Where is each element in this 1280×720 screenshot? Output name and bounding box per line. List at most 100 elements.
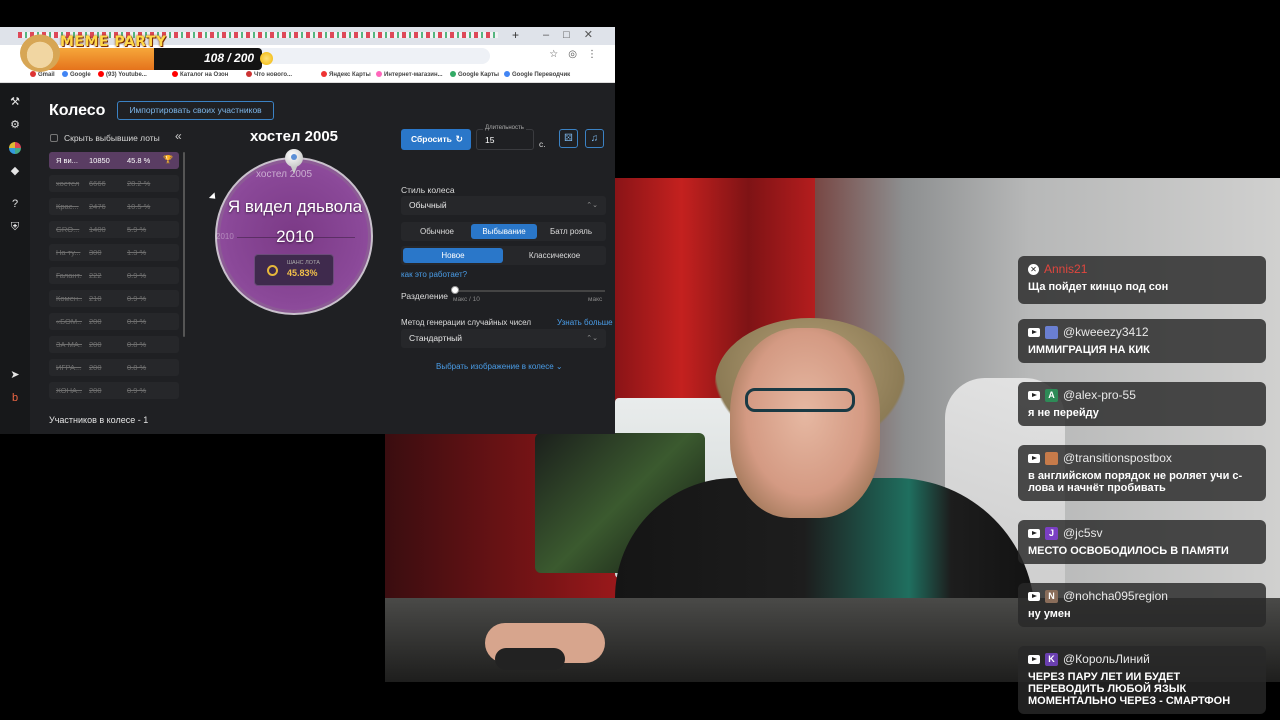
checkbox[interactable] [50,134,58,142]
lot-row[interactable]: ХОНА... 200 0.9 % [49,382,179,399]
meme-party-count: 108 / 200 [204,51,255,65]
wheel-title: хостел 2005 [249,128,339,145]
bookmark[interactable]: Интернет-магазин... [376,71,443,78]
chevron-down-icon: ⌃⌄ [586,202,598,209]
chat-text: ЧЕРЕЗ ПАРУ ЛЕТ ИИ БУДЕТ ПЕРЕВОДИТЬ ЛЮБОЙ… [1028,671,1231,707]
how-it-works-link[interactable]: как это работает? [401,270,467,279]
new-tab-icon[interactable]: + [512,28,519,42]
tab-submode-classic[interactable]: Классическое [505,248,604,263]
wheel-icon[interactable] [9,142,21,154]
avatar: N [1045,589,1058,603]
left-rail: ⚒ ⚙ ◆ ? ⛨ ➤ b [0,84,30,434]
chat-text: я не перейду [1028,407,1099,419]
coin-icon [260,52,273,65]
chat-username: @transitionspostbox [1063,451,1172,465]
gavel-icon[interactable]: ⚒ [9,96,21,108]
chat-text: МЕСТО ОСВОБОДИЛОСЬ В ПАМЯТИ [1028,545,1229,557]
lot-row[interactable]: ИГРА... 200 0.8 % [49,359,179,376]
layers-icon[interactable]: ◆ [9,165,21,177]
rng-select[interactable]: Стандартный ⌃⌄ [401,329,606,348]
lot-row[interactable]: На ту... 300 1.3 % [49,244,179,261]
tab-submode-new[interactable]: Новое [403,248,503,263]
chat-message: K @КорольЛиний ЧЕРЕЗ ПАРУ ЛЕТ ИИ БУДЕТ П… [1018,646,1266,714]
split-max-label: макс [588,296,603,303]
streamer-face [730,328,880,518]
meme-party-badge: MEME PARTY 108 / 200 [18,32,273,72]
bookmark[interactable]: Google [62,71,91,78]
window-controls[interactable]: –□✕ [543,28,607,41]
wheel-pointer-icon [284,149,304,175]
split-slider[interactable] [455,290,605,292]
youtube-icon [1028,591,1040,601]
chevron-down-icon: ⌃⌄ [586,335,598,342]
dice-icon[interactable]: ⚄ [559,129,578,148]
lot-list-scrollbar[interactable] [183,152,185,337]
chat-text: в английском порядок не роляет учи с-лов… [1028,470,1243,494]
toolbar-icons[interactable]: ☆◎⋮ [549,49,607,60]
help-icon[interactable]: ? [9,198,21,210]
participants-count: Участников в колесе - 1 [49,415,149,425]
glasses [745,388,855,412]
bookmark[interactable]: Яндекс Карты [321,71,371,78]
wheel-style-select[interactable]: Обычный ⌃⌄ [401,196,606,215]
duration-field[interactable]: Длительность 15 [476,125,534,150]
chat-username: @kweeezy3412 [1063,325,1149,339]
bookmark[interactable]: (93) Youtube... [98,71,147,78]
chat-message: N @nohcha095region ну умен [1018,583,1266,627]
chat-username: @nohcha095region [1063,589,1168,603]
stream-canvas: ✕ Annis21 Ща пойдет кинцо под сон @kweee… [0,0,1280,720]
chevron-down-icon: ⌄ [555,362,563,371]
split-slider-handle[interactable] [451,286,459,294]
youtube-icon [1028,654,1040,664]
hide-dropped-toggle[interactable]: Скрыть выбывшие лоты [50,133,160,143]
avatar: J [1045,526,1058,540]
coin-icon [267,265,278,276]
tab-mode-battle-royale[interactable]: Батл рояль [539,224,603,239]
bookmark[interactable]: Gmail [30,71,55,78]
bookmark[interactable]: Google Карты [450,71,499,78]
lot-row[interactable]: Крас... 2476 10.5 % [49,198,179,215]
avatar: A [1045,388,1058,402]
avatar: K [1045,652,1058,666]
refresh-icon: ↻ [455,134,463,144]
telegram-icon[interactable]: ➤ [9,369,21,381]
tab-mode-elimination[interactable]: Выбывание [471,224,537,239]
lot-chance-badge: ШАНС ЛОТА 45.83% [254,254,334,286]
lot-row[interactable]: ЗА МА...2000.8 % [49,336,179,353]
rng-label: Метод генерации случайных чисел [401,318,532,327]
chat-text: ИММИГРАЦИЯ НА КИК [1028,344,1150,356]
collapse-icon[interactable]: « [175,129,182,143]
brand-icon[interactable]: b [9,392,21,404]
shield-icon[interactable]: ⛨ [9,221,21,233]
lot-row[interactable]: Я ви... 10850 45.8 % 🏆 [49,152,179,169]
lot-row[interactable]: Комен... 210 0.9 % [49,290,179,307]
import-participants-button[interactable]: Импортировать своих участников [117,101,274,120]
youtube-icon [1028,327,1040,337]
gear-icon[interactable]: ⚙ [9,119,21,131]
chat-username: Annis21 [1044,262,1088,276]
mouse [495,648,565,670]
lot-row[interactable]: GRO... 1400 5.9 % [49,221,179,238]
chat-message: ✕ Annis21 Ща пойдет кинцо под сон [1018,256,1266,304]
doge-icon [20,34,60,72]
duration-unit: с. [539,139,546,149]
chat-message: A @alex-pro-55 я не перейду [1018,382,1266,426]
wheel-app: Колесо Импортировать своих участников Ск… [30,84,615,434]
lot-row[interactable]: Галант...2220.9 % [49,267,179,284]
music-icon[interactable]: ♫ [585,129,604,148]
learn-more-link[interactable]: Узнать больше [557,318,613,327]
chat-username: @jc5sv [1063,526,1103,540]
choose-image-link[interactable]: Выбрать изображение в колесе ⌄ [436,362,563,371]
reset-button[interactable]: Сбросить ↻ [401,129,471,150]
bookmark[interactable]: Google Переводчик [504,71,570,78]
chat-text: ну умен [1028,608,1071,620]
chat-message: J @jc5sv МЕСТО ОСВОБОДИЛОСЬ В ПАМЯТИ [1018,520,1266,564]
trophy-icon: 🏆 [163,155,173,164]
bookmark[interactable]: Каталог на Озон [172,71,228,78]
chat-message: @transitionspostbox в английском порядок… [1018,445,1266,501]
chat-username: @КорольЛиний [1063,652,1150,666]
tab-mode-normal[interactable]: Обычное [405,224,469,239]
bookmark[interactable]: Что нового... [246,71,292,78]
lot-row[interactable]: хостел 6666 28.2 % [49,175,179,192]
lot-row[interactable]: «БОМ... 200 0.8 % [49,313,179,330]
